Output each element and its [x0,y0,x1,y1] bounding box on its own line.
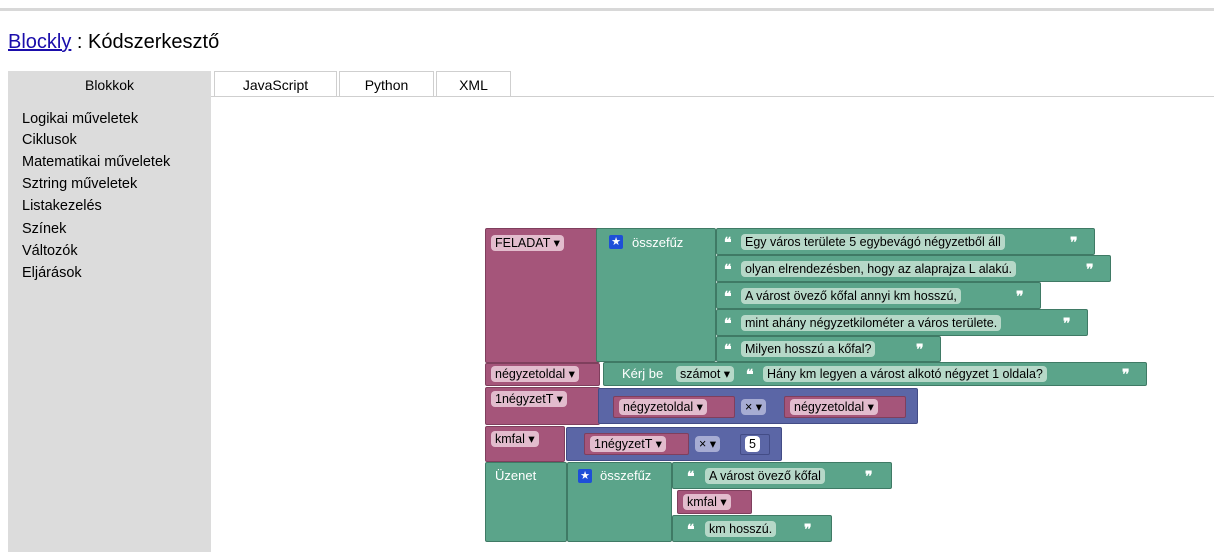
prompt-label: Kérj be [622,366,664,381]
text-field[interactable]: mint ahány négyzetkilométer a város terü… [741,315,1002,331]
negyzetoldal-get-dropdown[interactable]: négyzetoldal ▾ [619,399,707,415]
quote-close-icon: ❞ [1086,261,1094,277]
top-divider [0,8,1214,11]
text-field[interactable]: olyan elrendezésben, hogy az alaprajza L… [741,261,1017,277]
quote-close-icon: ❞ [1016,288,1024,304]
quote-close-icon: ❞ [1122,366,1130,382]
join-label: összefűz [600,468,652,483]
tab-xml[interactable]: XML [436,71,511,97]
number-field[interactable]: 5 [745,436,760,452]
quote-open-icon: ❝ [724,341,732,357]
prompt-type-dropdown[interactable]: számot ▾ [676,366,735,382]
toolbox-item-colours[interactable]: Színek [22,221,66,237]
text-field[interactable]: A várost övező kőfal annyi km hosszú, [741,288,961,304]
toolbox-item-text[interactable]: Sztring műveletek [22,176,137,192]
message-label: Üzenet [495,468,537,483]
negyzetoldal-var-dropdown[interactable]: négyzetoldal ▾ [491,366,579,382]
operator-dropdown[interactable]: × ▾ [695,436,721,452]
quote-close-icon: ❞ [1063,315,1071,331]
kmfal-get-dropdown[interactable]: kmfal ▾ [683,494,731,510]
quote-close-icon: ❞ [865,468,873,484]
feladat-var-dropdown[interactable]: FELADAT ▾ [491,235,564,251]
quote-open-icon: ❝ [687,468,695,484]
kmfal-var-dropdown[interactable]: kmfal ▾ [491,431,539,447]
text-field[interactable]: Milyen hosszú a kőfal? [741,341,876,357]
tab-javascript[interactable]: JavaScript [214,71,337,97]
toolbox-item-procedures[interactable]: Eljárások [22,265,82,281]
quote-open-icon: ❝ [724,261,732,277]
toolbox-item-logic[interactable]: Logikai műveletek [22,111,138,127]
toolbox-item-math[interactable]: Matematikai műveletek [22,154,170,170]
blockly-link[interactable]: Blockly [8,31,71,53]
tab-blokkok[interactable]: Blokkok [8,71,211,97]
title-separator: : [71,31,89,53]
tab-bar: Blokkok JavaScript Python XML [0,71,1214,97]
title-text: Kódszerkesztő [88,31,220,53]
quote-close-icon: ❞ [804,521,812,537]
toolbox: Logikai műveletek Ciklusok Matematikai m… [8,97,211,552]
quote-open-icon: ❝ [724,234,732,250]
quote-close-icon: ❞ [1070,234,1078,250]
page-title: Blockly : Kódszerkesztő [8,31,219,54]
text-field[interactable]: A várost övező kőfal [705,468,825,484]
quote-open-icon: ❝ [724,315,732,331]
operator-dropdown[interactable]: × ▾ [741,399,767,415]
quote-open-icon: ❝ [746,366,754,382]
negyzett-var-dropdown[interactable]: 1négyzetT ▾ [491,391,567,407]
mutator-star-icon[interactable]: ★ [609,235,623,249]
quote-open-icon: ❝ [687,521,695,537]
toolbox-item-loops[interactable]: Ciklusok [22,132,77,148]
text-field[interactable]: km hosszú. [705,521,777,537]
tab-python[interactable]: Python [339,71,434,97]
quote-close-icon: ❞ [916,341,924,357]
text-field[interactable]: Egy város területe 5 egybevágó négyzetbő… [741,234,1005,250]
negyzett-get-dropdown[interactable]: 1négyzetT ▾ [590,436,666,452]
toolbox-item-lists[interactable]: Listakezelés [22,198,102,214]
mutator-star-icon[interactable]: ★ [578,469,592,483]
quote-open-icon: ❝ [724,288,732,304]
join-label: összefűz [632,235,684,250]
prompt-text-field[interactable]: Hány km legyen a várost alkotó négyzet 1… [763,366,1047,382]
negyzetoldal-get-dropdown[interactable]: négyzetoldal ▾ [790,399,878,415]
toolbox-item-variables[interactable]: Változók [22,243,78,259]
